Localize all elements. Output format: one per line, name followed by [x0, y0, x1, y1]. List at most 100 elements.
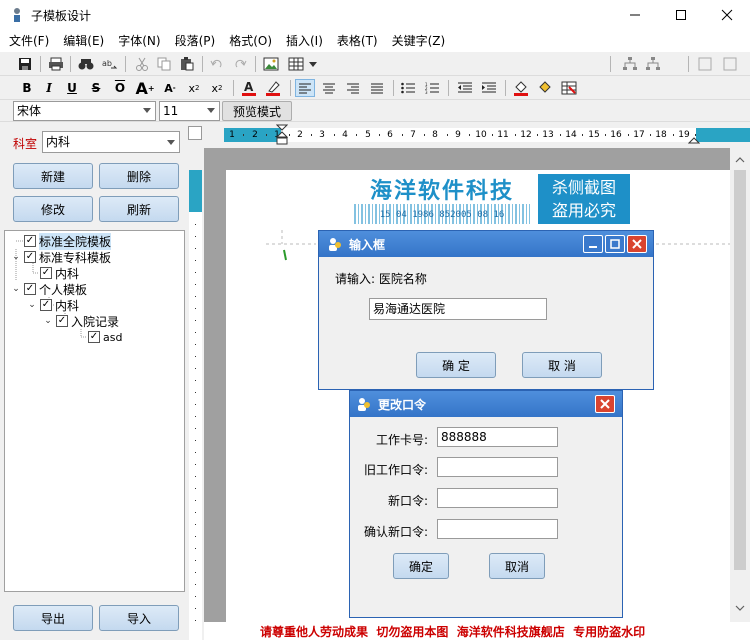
dialog-maximize-button[interactable] [605, 235, 625, 253]
grow-font-icon[interactable]: A + [135, 79, 155, 98]
menu-paragraph[interactable]: 段落(P) [168, 30, 223, 52]
checkbox-icon[interactable]: ✓ [88, 331, 100, 343]
menu-font[interactable]: 字体(N) [111, 30, 167, 52]
menu-edit[interactable]: 编辑(E) [56, 30, 111, 52]
justify-icon[interactable] [367, 79, 387, 97]
checkbox-icon[interactable]: ✓ [56, 315, 68, 327]
number-list-icon[interactable]: 123 [422, 79, 442, 97]
menu-keyword[interactable]: 关键字(Z) [385, 30, 453, 52]
card-number-input[interactable]: 888888 [437, 427, 558, 447]
expand-chevron-icon[interactable]: ⌄ [27, 300, 37, 310]
undo-icon[interactable] [207, 55, 227, 73]
refresh-button[interactable]: 刷新 [99, 196, 179, 222]
align-right-icon[interactable] [343, 79, 363, 97]
scroll-up-icon[interactable] [730, 152, 750, 168]
dialog-close-button[interactable] [627, 235, 647, 253]
highlight-icon[interactable] [263, 79, 283, 97]
checkbox-icon[interactable]: ✓ [24, 283, 36, 295]
font-family-select[interactable]: 宋体 [13, 101, 156, 121]
menu-insert[interactable]: 插入(I) [279, 30, 330, 52]
new-password-input[interactable] [437, 488, 558, 508]
cut-icon[interactable] [132, 55, 152, 73]
department-select[interactable]: 内科 [42, 131, 180, 153]
ruler-label: 16 [610, 130, 622, 140]
expand-chevron-icon[interactable]: ⌄ [11, 252, 21, 262]
dialog-minimize-button[interactable] [583, 235, 603, 253]
new-button[interactable]: 新建 [13, 163, 93, 189]
print-icon[interactable] [46, 55, 66, 73]
tree-node-asd[interactable]: ✓ asd [75, 329, 122, 345]
align-center-icon[interactable] [319, 79, 339, 97]
maximize-button[interactable] [658, 0, 704, 30]
hospital-name-input[interactable]: 易海通达医院 [369, 298, 547, 320]
bold-icon[interactable]: B [17, 79, 37, 97]
underline-icon[interactable]: U [62, 79, 82, 97]
paste-icon[interactable] [177, 55, 197, 73]
scroll-thumb[interactable] [734, 170, 746, 570]
overline-icon[interactable]: O [110, 79, 130, 97]
menu-file[interactable]: 文件(F) [2, 30, 56, 52]
subscript-icon[interactable]: x2 [207, 79, 227, 97]
close-button[interactable] [704, 0, 750, 30]
preview-mode-button[interactable]: 预览模式 [222, 101, 292, 121]
paint-fill-icon[interactable] [535, 79, 555, 97]
password-dialog-close-button[interactable] [595, 395, 615, 413]
tree-structure2-icon[interactable] [643, 55, 663, 73]
tree-node-specialty-templates[interactable]: ⌄ ✓ 标准专科模板 [11, 249, 111, 265]
change-password-dialog: 更改口令 工作卡号: 888888 旧工作口令: 新口令: 确认新口令: 确定 … [349, 390, 623, 618]
image-icon[interactable] [261, 55, 281, 73]
italic-icon[interactable]: I [39, 79, 59, 97]
superscript-icon[interactable]: x2 [184, 79, 204, 97]
tree-structure-icon[interactable] [620, 55, 640, 73]
old-password-input[interactable] [437, 457, 558, 477]
table-icon[interactable] [286, 55, 306, 73]
redo-icon[interactable] [230, 55, 250, 73]
expand-chevron-icon[interactable]: ⌄ [11, 284, 21, 294]
copy-icon[interactable] [154, 55, 174, 73]
export-button[interactable]: 导出 [13, 605, 93, 631]
minimize-button[interactable] [612, 0, 658, 30]
find-icon[interactable] [76, 55, 96, 73]
indent-icon[interactable] [479, 79, 499, 97]
paint-bucket-icon[interactable] [511, 79, 531, 97]
scroll-down-icon[interactable] [730, 600, 750, 616]
password-cancel-button[interactable]: 取消 [489, 553, 545, 579]
tree-node-personal-internal-med[interactable]: ⌄ ✓ 内科 [27, 297, 79, 313]
tree-node-internal-med[interactable]: ✓ 内科 [27, 265, 79, 281]
delete-button[interactable]: 删除 [99, 163, 179, 189]
edit-button[interactable]: 修改 [13, 196, 93, 222]
ok-button[interactable]: 确 定 [416, 352, 496, 378]
outdent-icon[interactable] [455, 79, 475, 97]
vertical-scrollbar[interactable] [730, 148, 750, 622]
password-ok-button[interactable]: 确定 [393, 553, 449, 579]
import-button[interactable]: 导入 [99, 605, 179, 631]
cancel-button[interactable]: 取 消 [522, 352, 602, 378]
indent-marker-icon[interactable] [276, 124, 288, 146]
table-dropdown-icon[interactable] [306, 55, 320, 73]
expand-chevron-icon[interactable]: ⌄ [43, 316, 53, 326]
font-size-select[interactable]: 11 [159, 101, 220, 121]
replace-icon[interactable]: ab [100, 55, 120, 73]
checkbox-icon[interactable]: ✓ [24, 235, 36, 247]
checkbox-icon[interactable]: ✓ [40, 299, 52, 311]
menu-table[interactable]: 表格(T) [330, 30, 385, 52]
font-color-icon[interactable]: A [239, 79, 259, 97]
frame2-icon[interactable] [720, 55, 740, 73]
menu-format[interactable]: 格式(O) [222, 30, 279, 52]
frame-icon[interactable] [695, 55, 715, 73]
align-left-icon[interactable] [295, 79, 315, 97]
strikethrough-icon[interactable]: S [86, 79, 106, 97]
ruler-label: 10 [475, 130, 487, 140]
bullet-list-icon[interactable] [398, 79, 418, 97]
shrink-font-icon[interactable]: A- [160, 79, 180, 97]
save-icon[interactable] [15, 55, 35, 73]
table-color-icon[interactable] [559, 79, 579, 97]
tree-node-admission-record[interactable]: ⌄ ✓ 入院记录 [43, 313, 119, 329]
tree-node-personal-templates[interactable]: ⌄ ✓ 个人模板 [11, 281, 87, 297]
right-indent-marker-icon[interactable] [688, 132, 700, 144]
checkbox-icon[interactable]: ✓ [24, 251, 36, 263]
checkbox-icon[interactable]: ✓ [40, 267, 52, 279]
close-icon [632, 239, 642, 249]
confirm-password-input[interactable] [437, 519, 558, 539]
tree-node-hospital-templates[interactable]: ✓ 标准全院模板 [11, 232, 112, 250]
